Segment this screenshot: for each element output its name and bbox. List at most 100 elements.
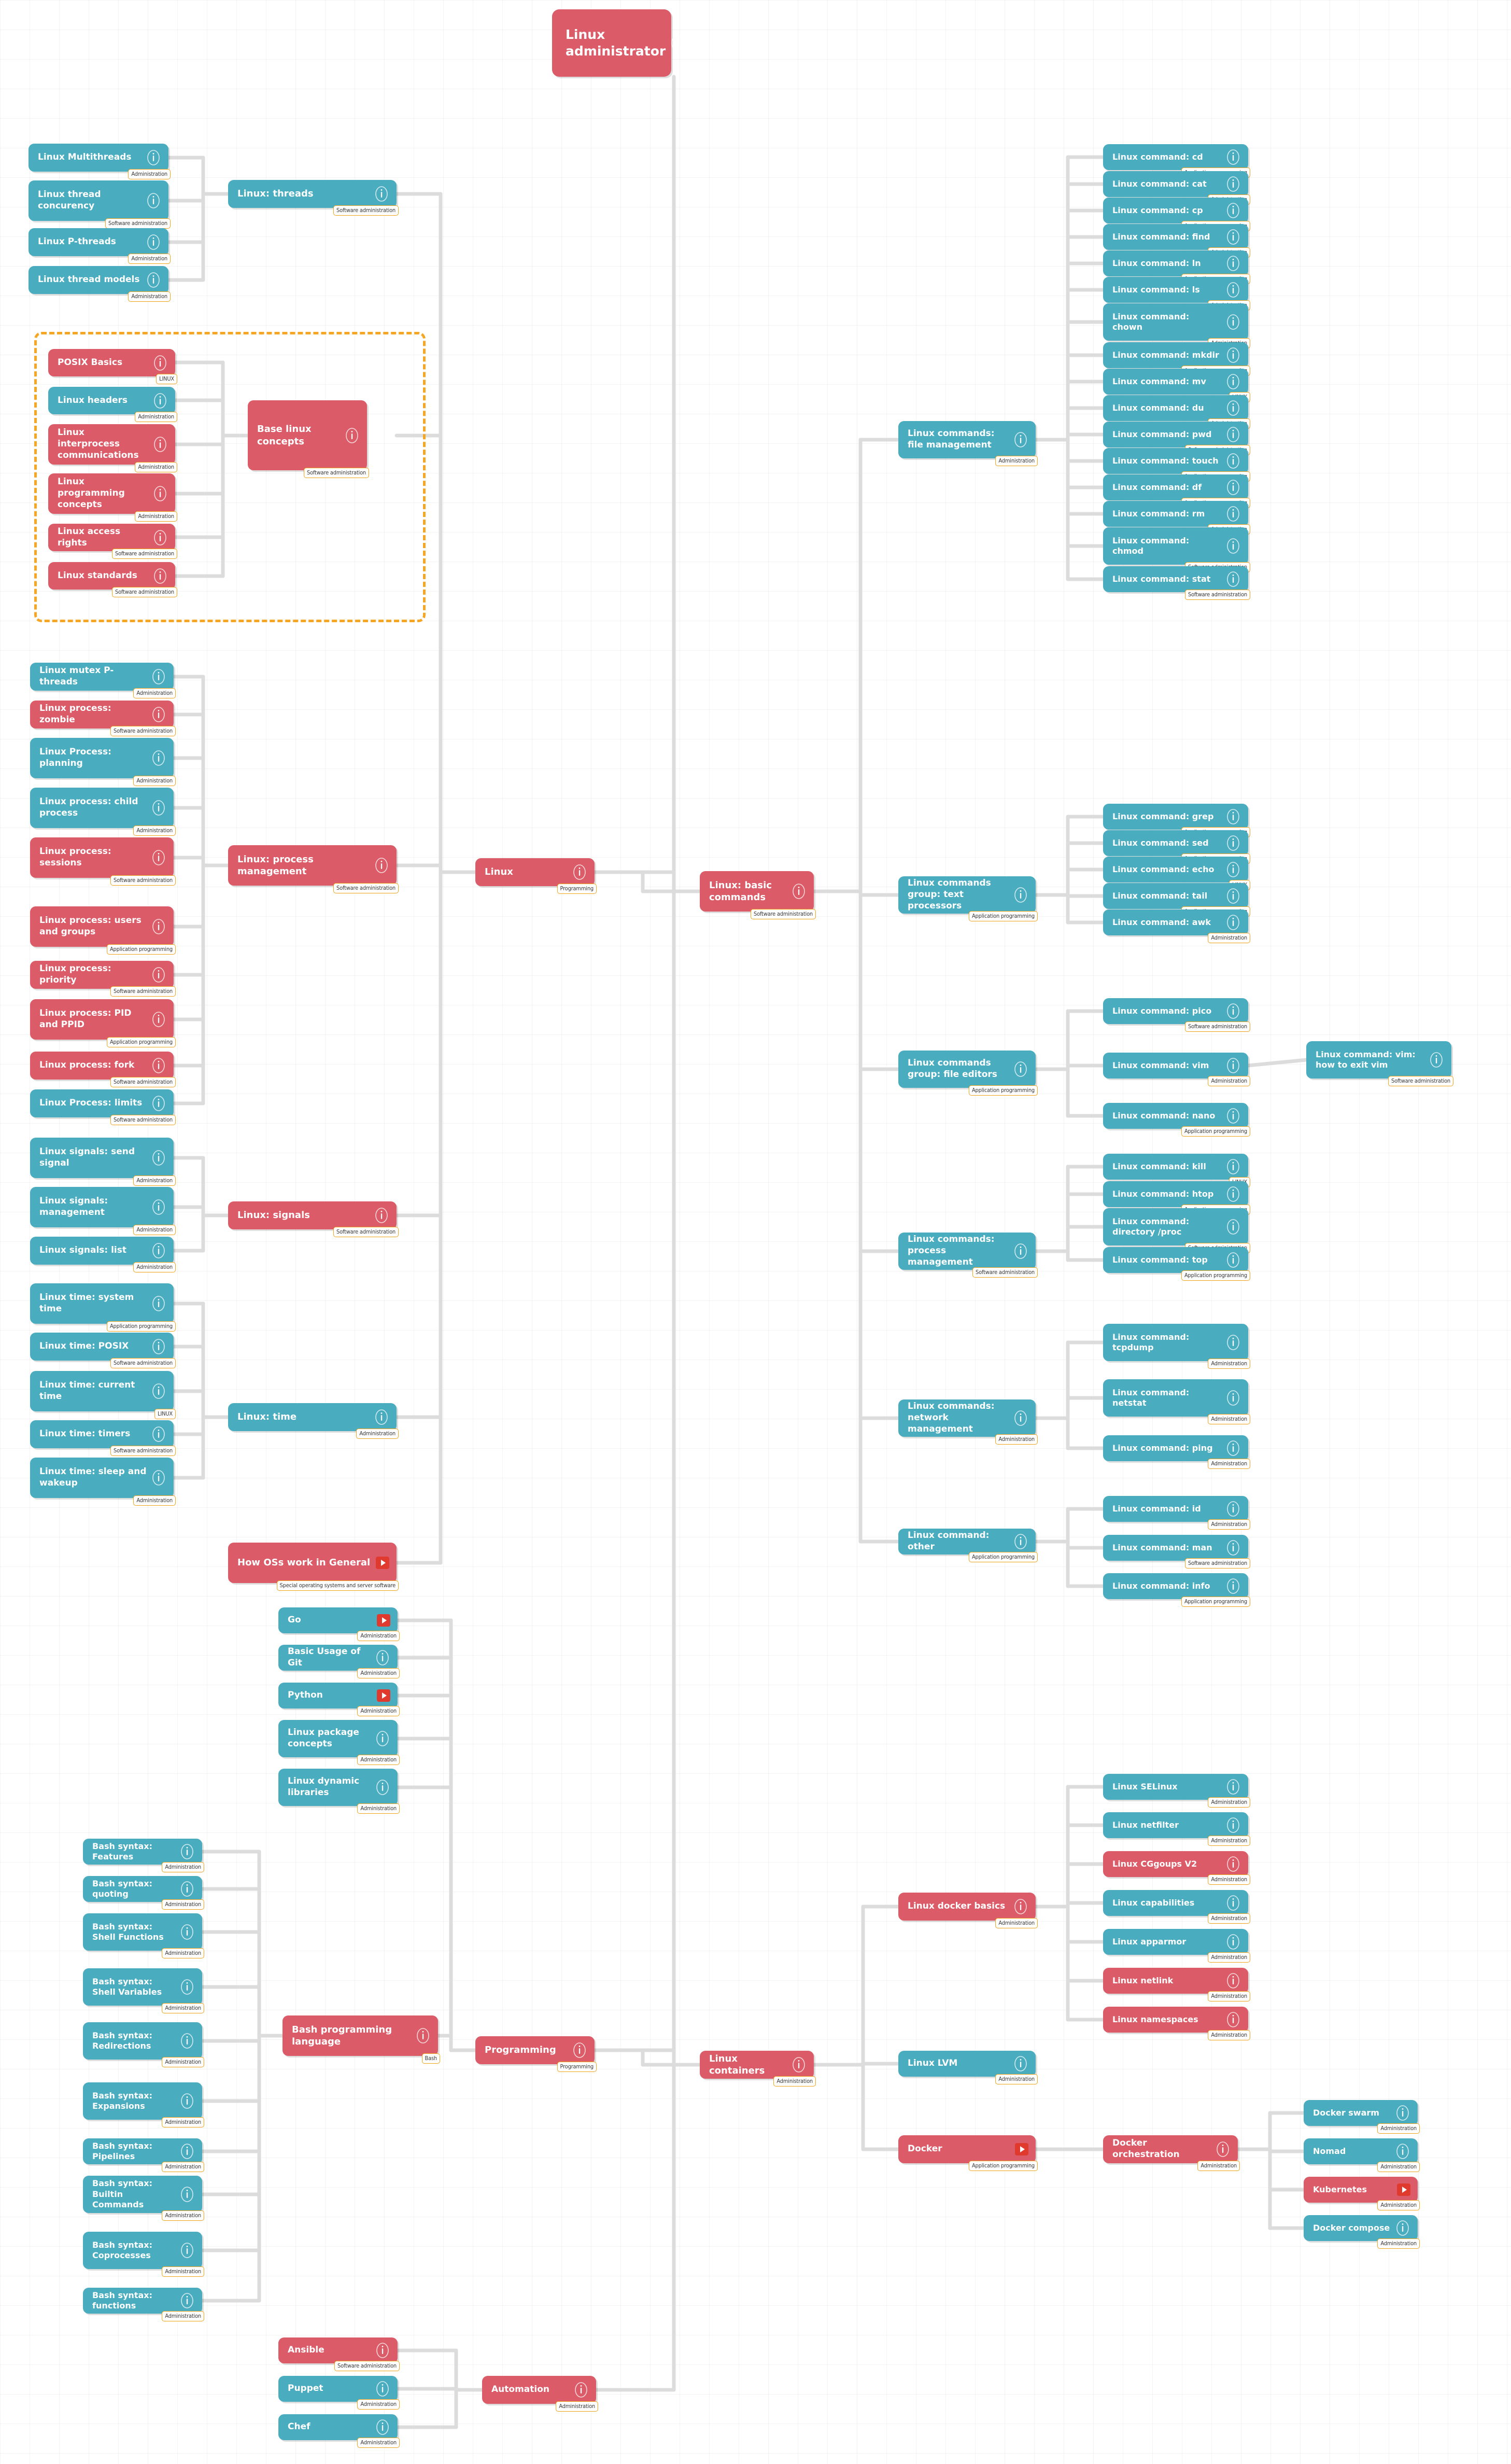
- mindmap-node-n87[interactable]: Bash syntax: Redirections Administration: [83, 2022, 204, 2067]
- mindmap-node-n47[interactable]: Linux command: duAdministration: [1103, 395, 1250, 429]
- mindmap-node-n111[interactable]: Ansible Software administration: [278, 2337, 400, 2371]
- info-icon[interactable]: [1013, 1060, 1028, 1079]
- info-icon[interactable]: [1225, 281, 1241, 299]
- info-icon[interactable]: [151, 1425, 166, 1444]
- info-icon[interactable]: [151, 1149, 166, 1167]
- mindmap-node-n83[interactable]: Bash syntax: Features Administration: [83, 1839, 204, 1872]
- mindmap-node-n21[interactable]: Linux process: fork Software administrati…: [30, 1052, 176, 1087]
- mindmap-node-n42[interactable]: Linux command: lnApplication programming: [1103, 250, 1250, 284]
- info-icon[interactable]: [179, 2291, 195, 2310]
- info-icon[interactable]: [1225, 1185, 1241, 1203]
- info-icon[interactable]: [1013, 2054, 1028, 2073]
- mindmap-node-n23[interactable]: Linux: process management Software admini…: [228, 845, 399, 893]
- info-icon[interactable]: [1225, 887, 1241, 905]
- mindmap-node-n51[interactable]: Linux command: rmAdministration: [1103, 501, 1250, 535]
- info-icon[interactable]: [572, 863, 587, 881]
- mindmap-node-n49[interactable]: Linux command: touchApplication programm…: [1103, 448, 1250, 482]
- mindmap-node-n113[interactable]: Chef Administration: [278, 2414, 400, 2448]
- mindmap-node-n15[interactable]: Linux Process: planning Administration: [30, 738, 176, 786]
- mindmap-node-n65[interactable]: Linux commands: process management Softwa…: [898, 1233, 1038, 1278]
- mindmap-node-n92[interactable]: Bash syntax: functions Administration: [83, 2288, 204, 2321]
- mindmap-node-n107[interactable]: Docker swarm Administration: [1304, 2100, 1420, 2134]
- mindmap-node-n106[interactable]: Docker orchestration Administration: [1103, 2135, 1240, 2171]
- mindmap-node-n50[interactable]: Linux command: dfApplication programming: [1103, 474, 1250, 508]
- play-icon[interactable]: [377, 1689, 390, 1702]
- mindmap-node-n89[interactable]: Bash syntax: Pipelines Administration: [83, 2138, 204, 2172]
- info-icon[interactable]: [1225, 1538, 1241, 1557]
- play-icon[interactable]: [376, 1557, 389, 1569]
- info-icon[interactable]: [1225, 1894, 1241, 1912]
- info-icon[interactable]: [179, 2142, 195, 2161]
- mindmap-node-n18[interactable]: Linux process: users and groups Applicati…: [30, 906, 176, 955]
- mindmap-node-n70[interactable]: Linux commands: network management Admini…: [898, 1399, 1038, 1445]
- info-icon[interactable]: [1225, 228, 1241, 246]
- info-icon[interactable]: [1225, 505, 1241, 523]
- mindmap-node-n108[interactable]: Nomad Administration: [1304, 2138, 1420, 2172]
- info-icon[interactable]: [151, 1198, 166, 1216]
- info-icon[interactable]: [1013, 1897, 1028, 1916]
- info-icon[interactable]: [1395, 2104, 1410, 2122]
- mindmap-node-n24[interactable]: Linux signals: send signal Administration: [30, 1138, 176, 1186]
- mindmap-node-n29[interactable]: Linux time: POSIX Software administration: [30, 1333, 176, 1368]
- info-icon[interactable]: [1395, 2219, 1410, 2237]
- mindmap-node-n13[interactable]: Linux mutex P-threads Administration: [30, 663, 176, 698]
- mindmap-node-n37[interactable]: Linux commands: file management Administr…: [898, 421, 1038, 466]
- info-icon[interactable]: [1225, 1217, 1241, 1236]
- info-icon[interactable]: [1225, 478, 1241, 497]
- mindmap-node-n57[interactable]: Linux command: echoLINUX: [1103, 857, 1250, 890]
- mindmap-node-n81[interactable]: Linux package concepts Administration: [278, 1720, 400, 1765]
- info-icon[interactable]: [1429, 1051, 1444, 1069]
- info-icon[interactable]: [374, 1206, 389, 1225]
- info-icon[interactable]: [375, 1729, 390, 1748]
- mindmap-node-n5[interactable]: Linux: threads Software administration: [228, 180, 399, 216]
- mindmap-node-n76[interactable]: Linux command: man Software administratio…: [1103, 1535, 1250, 1569]
- info-icon[interactable]: [1225, 1439, 1241, 1458]
- mindmap-node-n45[interactable]: Linux command: mkdirApplication programm…: [1103, 342, 1250, 376]
- mindmap-node-n82[interactable]: Linux dynamic libraries Administration: [278, 1769, 400, 1814]
- mindmap-node-n98[interactable]: Linux netfilter Administration: [1103, 1812, 1250, 1846]
- mindmap-node-n26[interactable]: Linux signals: list Administration: [30, 1237, 176, 1272]
- mindmap-node-n105[interactable]: Docker Application programming: [898, 2135, 1038, 2171]
- info-icon[interactable]: [151, 1010, 166, 1029]
- info-icon[interactable]: [152, 435, 168, 454]
- mindmap-node-n103[interactable]: Linux namespaces Administration: [1103, 2007, 1250, 2040]
- mindmap-node-n88[interactable]: Bash syntax: Expansions Administration: [83, 2082, 204, 2127]
- info-icon[interactable]: [415, 2026, 431, 2045]
- info-icon[interactable]: [1225, 1816, 1241, 1835]
- info-icon[interactable]: [1225, 570, 1241, 589]
- mindmap-node-n67[interactable]: Linux command: htopApplication programmi…: [1103, 1181, 1250, 1215]
- info-icon[interactable]: [1225, 175, 1241, 193]
- mindmap-node-n109[interactable]: Kubernetes Administration: [1304, 2177, 1420, 2210]
- info-icon[interactable]: [1225, 1855, 1241, 1873]
- info-icon[interactable]: [1225, 807, 1241, 826]
- info-icon[interactable]: [1225, 452, 1241, 470]
- info-icon[interactable]: [179, 2032, 195, 2050]
- mindmap-node-n11[interactable]: Linux standards Software administration: [48, 562, 177, 597]
- info-icon[interactable]: [152, 567, 168, 585]
- info-icon[interactable]: [152, 484, 168, 503]
- info-icon[interactable]: [374, 856, 389, 875]
- info-icon[interactable]: [179, 2241, 195, 2260]
- mindmap-node-n95[interactable]: Linux containers Administration: [700, 2051, 816, 2087]
- info-icon[interactable]: [670, 34, 685, 52]
- info-icon[interactable]: [1225, 201, 1241, 220]
- info-icon[interactable]: [1225, 313, 1241, 331]
- mindmap-node-n52[interactable]: Linux command: chmodSoftware administrat…: [1103, 527, 1250, 572]
- mindmap-node-n94[interactable]: Programming Programming: [475, 2036, 597, 2072]
- mindmap-node-n35[interactable]: Linux Programming: [475, 858, 597, 894]
- mindmap-node-n60[interactable]: Linux commands group: file editors Applic…: [898, 1051, 1038, 1096]
- mindmap-node-n91[interactable]: Bash syntax: Coprocesses Administration: [83, 2232, 204, 2277]
- info-icon[interactable]: [151, 1468, 166, 1487]
- info-icon[interactable]: [151, 917, 166, 936]
- mindmap-node-n46[interactable]: Linux command: mvLINUX: [1103, 369, 1250, 402]
- info-icon[interactable]: [1013, 1532, 1028, 1551]
- mindmap-node-n48[interactable]: Linux command: pwdSoftware administratio…: [1103, 422, 1250, 455]
- mindmap-node-n90[interactable]: Bash syntax: Builtin Commands Administrat…: [83, 2176, 204, 2221]
- mindmap-node-n12[interactable]: Base linux concepts Software administrati…: [248, 400, 369, 478]
- root-node[interactable]: Linux administrator: [552, 9, 684, 77]
- info-icon[interactable]: [1225, 1577, 1241, 1595]
- info-icon[interactable]: [151, 705, 166, 724]
- info-icon[interactable]: [151, 848, 166, 867]
- info-icon[interactable]: [1225, 1500, 1241, 1518]
- mindmap-node-n73[interactable]: Linux command: ping Administration: [1103, 1435, 1250, 1469]
